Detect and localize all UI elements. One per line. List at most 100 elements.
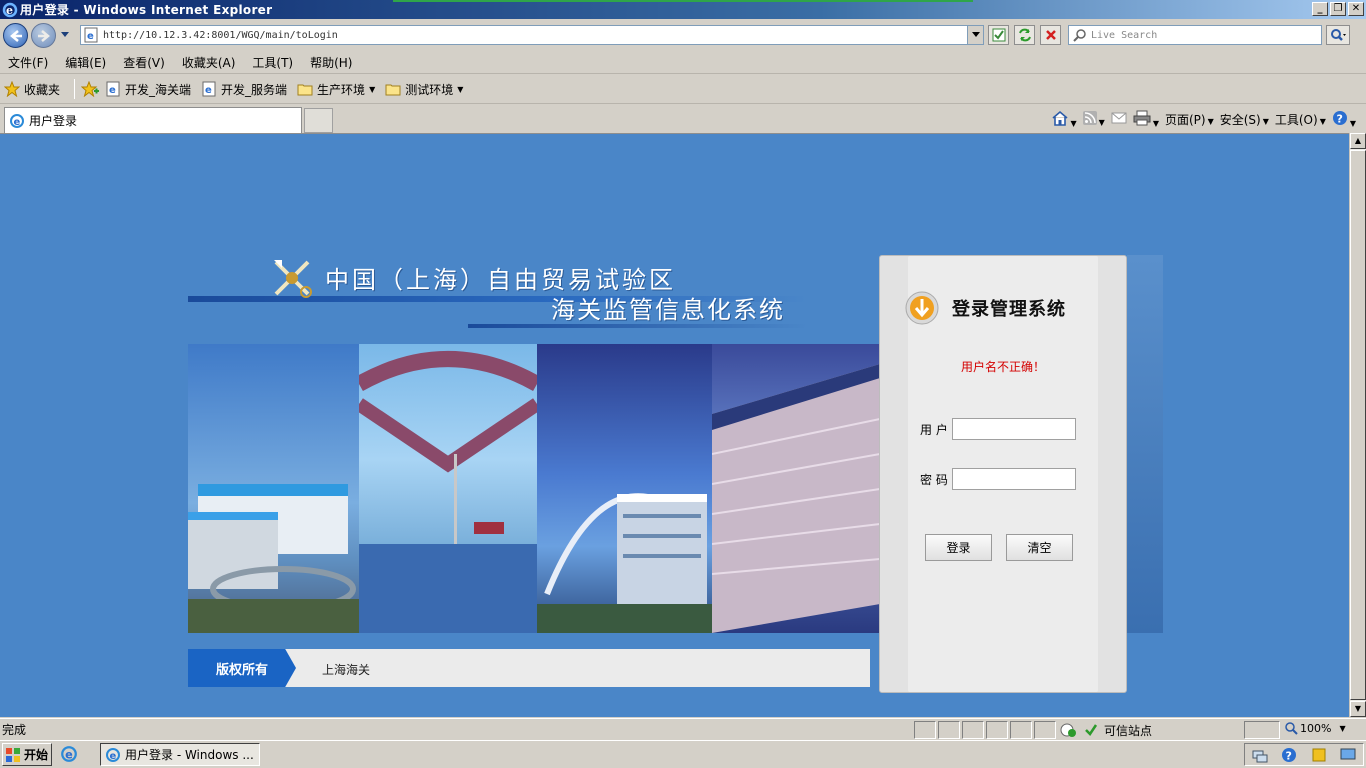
print-button[interactable]: ▼: [1133, 110, 1159, 129]
building-illustration: [188, 484, 359, 633]
page-menu-button[interactable]: 页面(P) ▼: [1165, 111, 1214, 128]
update-icon[interactable]: [1311, 747, 1327, 763]
checkmark-icon: [1085, 724, 1098, 736]
office-building-illustration: [712, 364, 880, 633]
address-dropdown-button[interactable]: [967, 26, 983, 44]
page-menu-label: 页面(P): [1164, 113, 1206, 127]
login-panel: 登录管理系统 用户名不正确！ 用 户 密 码 登录 清空: [879, 255, 1127, 693]
quicklaunch-ie[interactable]: e: [60, 745, 78, 766]
svg-text:e: e: [6, 4, 13, 17]
feeds-button[interactable]: ▼: [1082, 111, 1105, 128]
window-titlebar: e 用户登录 - Windows Internet Explorer _ ❐ ✕: [0, 0, 1366, 19]
home-icon: [1051, 110, 1068, 126]
ie-page-icon: e: [202, 81, 216, 97]
safety-menu-button[interactable]: 安全(S) ▼: [1220, 111, 1269, 128]
favorite-folder-production[interactable]: 生产环境 ▼: [297, 81, 375, 98]
compatibility-view-button[interactable]: [988, 25, 1009, 45]
scroll-down-button[interactable]: ▼: [1350, 701, 1366, 717]
back-button[interactable]: [3, 23, 28, 48]
zoom-icon: [1285, 722, 1298, 735]
search-button[interactable]: [1326, 25, 1350, 45]
menu-help[interactable]: 帮助(H): [310, 54, 352, 71]
scroll-up-button[interactable]: ▲: [1350, 133, 1366, 149]
network-icon[interactable]: [1252, 747, 1268, 763]
home-button[interactable]: ▼: [1051, 110, 1077, 129]
maximize-button[interactable]: ❐: [1330, 2, 1346, 16]
favorite-link-dev-server[interactable]: e 开发_服务端: [201, 81, 287, 98]
scroll-thumb[interactable]: [1350, 150, 1366, 700]
add-favorite-icon: [81, 81, 100, 97]
refresh-button[interactable]: [1014, 25, 1035, 45]
menu-edit[interactable]: 编辑(E): [65, 54, 106, 71]
copyright-label: 版权所有: [188, 649, 296, 687]
search-input[interactable]: Live Search: [1068, 25, 1322, 45]
svg-text:e: e: [109, 85, 116, 96]
protected-mode-icon: [1060, 723, 1076, 737]
svg-text:e: e: [65, 749, 73, 762]
menu-tools[interactable]: 工具(T): [252, 54, 293, 71]
taskbar-item-ie[interactable]: e 用户登录 - Windows ...: [100, 743, 260, 766]
read-mail-button[interactable]: [1111, 112, 1127, 127]
favorites-divider: [74, 79, 76, 99]
menu-view[interactable]: 查看(V): [123, 54, 165, 71]
login-button[interactable]: 登录: [925, 534, 992, 561]
password-input[interactable]: [952, 468, 1076, 490]
copyright-bar: 版权所有 上海海关: [188, 649, 870, 687]
ie-logo-icon: e: [106, 747, 120, 762]
site-logo-banner: 中国（上海）自由贸易试验区 海关监管信息化系统: [188, 254, 878, 344]
favorite-folder-label: 生产环境: [317, 82, 366, 97]
favorites-label: 收藏夹: [24, 82, 61, 97]
clear-button[interactable]: 清空: [1006, 534, 1073, 561]
folder-icon: [385, 84, 401, 96]
security-zone[interactable]: 可信站点: [1060, 721, 1152, 739]
new-tab-button[interactable]: [304, 108, 333, 133]
chevron-down-icon: [971, 32, 980, 37]
address-bar[interactable]: e http://10.12.3.42:8001/WGQ/main/toLogi…: [80, 25, 984, 45]
favorite-link-dev-customs[interactable]: e 开发_海关端: [105, 81, 191, 98]
status-text: 完成: [2, 723, 27, 737]
tab-login[interactable]: e 用户登录: [4, 107, 302, 133]
ie-page-icon: e: [10, 113, 24, 128]
favorite-folder-testing[interactable]: 测试环境 ▼: [385, 81, 463, 98]
favorite-link-label: 开发_海关端: [125, 82, 192, 97]
svg-text:e: e: [87, 31, 94, 42]
add-favorite-button[interactable]: [81, 81, 100, 97]
stop-button[interactable]: [1040, 25, 1061, 45]
help-icon[interactable]: ?: [1281, 747, 1297, 763]
close-window-button[interactable]: ✕: [1348, 2, 1364, 16]
username-label: 用 户: [920, 422, 948, 437]
minimize-button[interactable]: _: [1312, 2, 1328, 16]
favorites-button[interactable]: 收藏夹: [4, 81, 60, 98]
chevron-down-icon: ▼: [457, 84, 464, 94]
zoom-button[interactable]: 100% ▼: [1284, 721, 1346, 735]
login-title: 登录管理系统: [952, 299, 1066, 320]
folder-icon: [297, 84, 313, 96]
copyright-org: 上海海关: [322, 663, 371, 677]
titlebar-accent: [393, 0, 973, 2]
forward-button[interactable]: [31, 23, 56, 48]
system-tray: ?: [1244, 743, 1364, 766]
svg-text:e: e: [110, 751, 117, 762]
favorite-folder-label: 测试环境: [405, 82, 454, 97]
desktop-icon[interactable]: [1340, 747, 1356, 763]
tools-menu-label: 工具(O): [1274, 113, 1318, 127]
gate-illustration: [359, 351, 537, 633]
history-dropdown-icon[interactable]: [60, 31, 70, 39]
tools-menu-button[interactable]: 工具(O) ▼: [1275, 111, 1326, 128]
address-url[interactable]: http://10.12.3.42:8001/WGQ/main/toLogin: [103, 30, 338, 41]
page-icon: e: [84, 27, 98, 43]
login-header: 登录管理系统: [904, 290, 1066, 326]
favorites-bar: 收藏夹 e 开发_海关端 e 开发_服务端 生产环境 ▼ 测试环境 ▼: [0, 75, 1366, 104]
vertical-scrollbar[interactable]: ▲ ▼: [1349, 133, 1366, 717]
start-button[interactable]: 开始: [2, 743, 52, 766]
status-pane: [914, 721, 936, 739]
popup-blocker-button[interactable]: [1244, 721, 1280, 739]
help-menu-button[interactable]: ? ▼: [1332, 110, 1356, 129]
search-placeholder: Live Search: [1091, 29, 1158, 41]
ie-logo-icon: e: [61, 746, 77, 762]
password-row: 密 码: [920, 468, 1076, 490]
menu-file[interactable]: 文件(F): [8, 54, 48, 71]
username-input[interactable]: [952, 418, 1076, 440]
menu-favorites[interactable]: 收藏夹(A): [182, 54, 236, 71]
zoom-level: 100%: [1300, 721, 1332, 735]
